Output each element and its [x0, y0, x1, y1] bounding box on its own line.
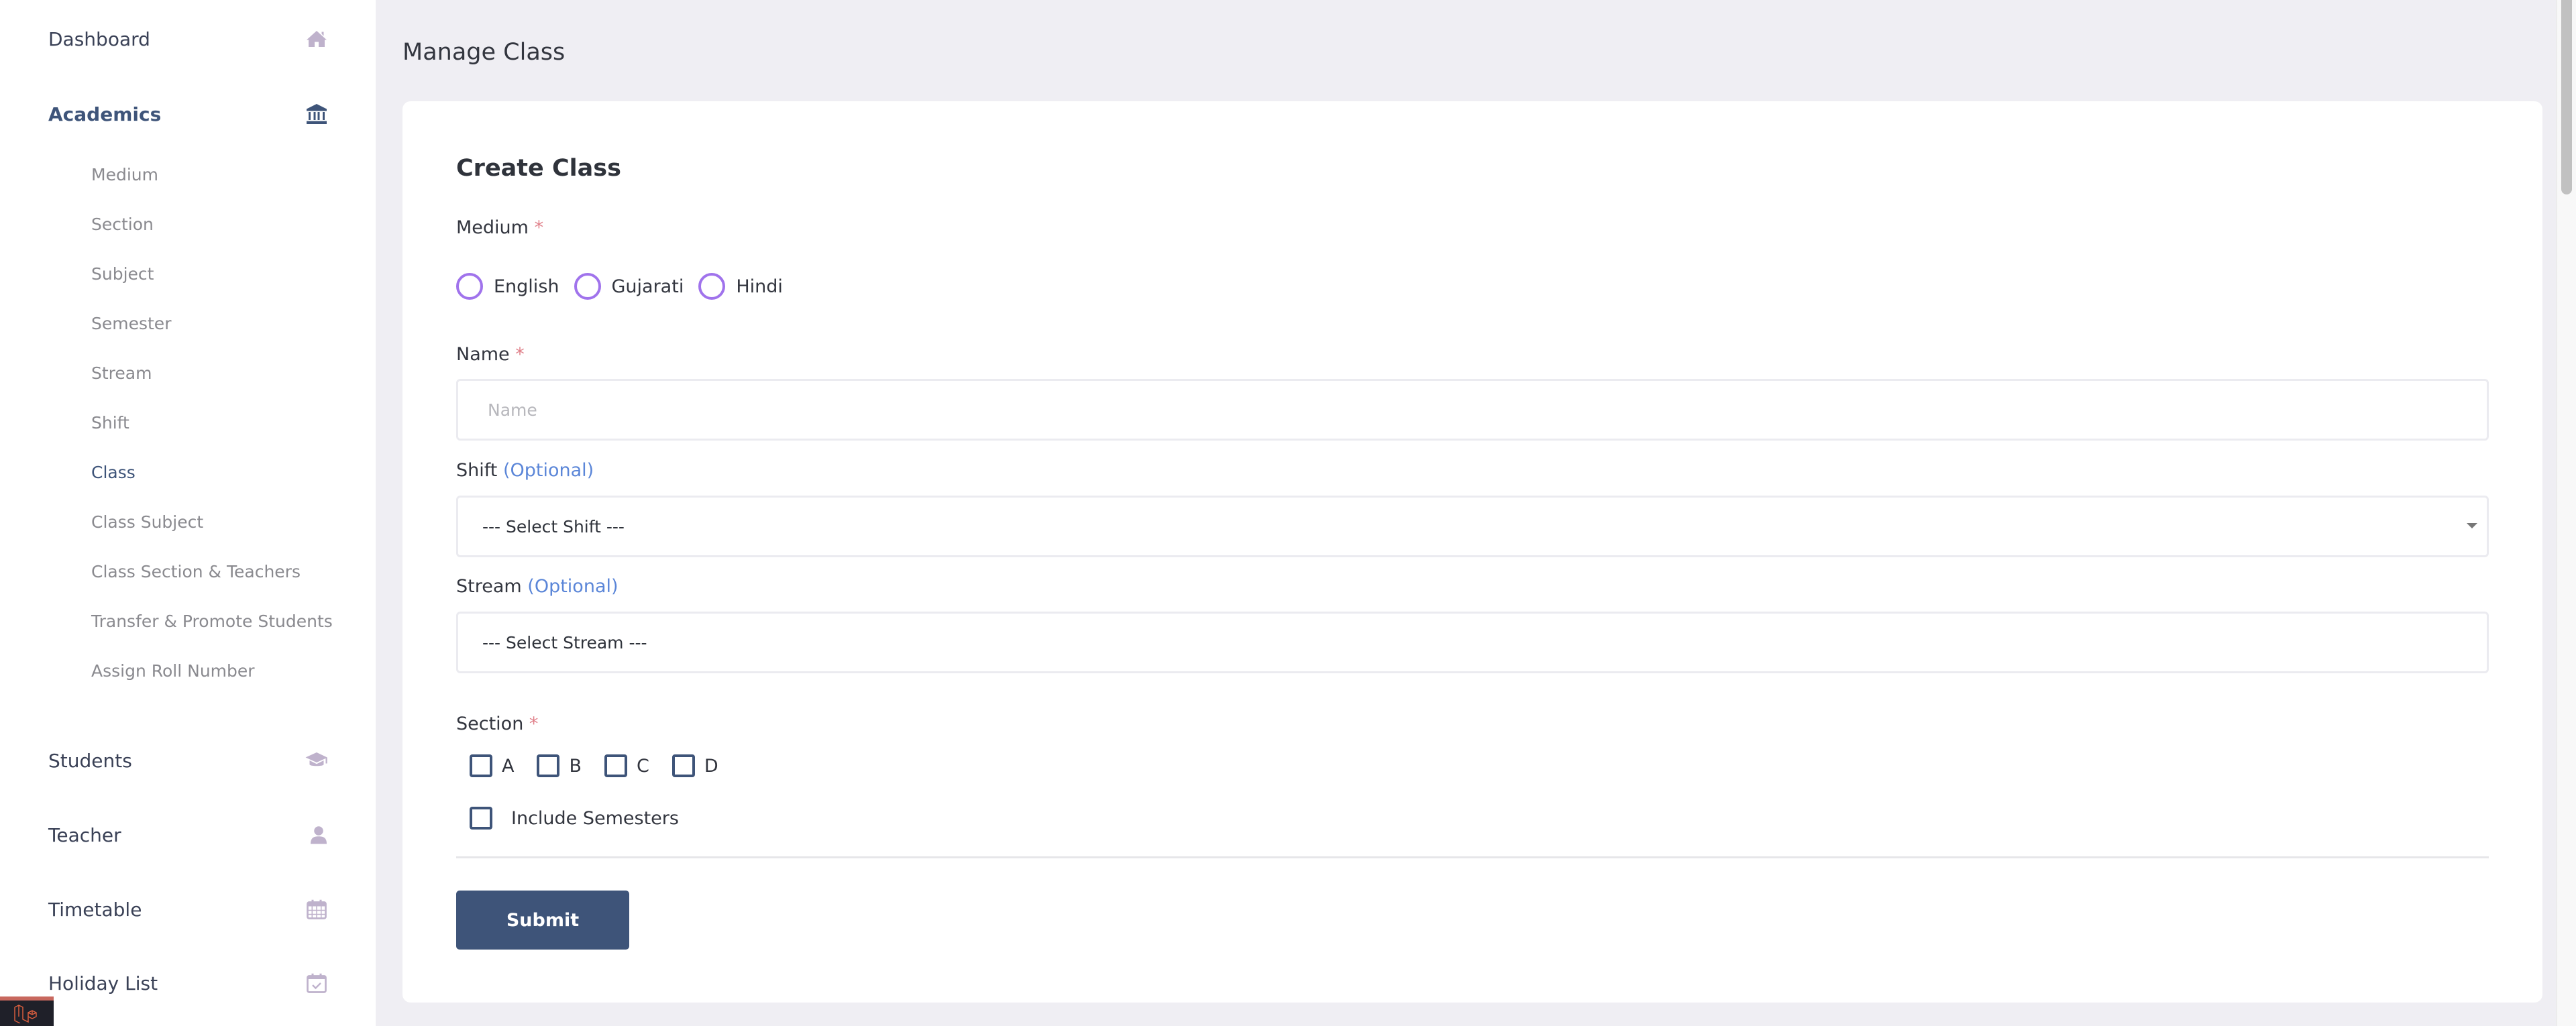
stream-label: Stream (Optional): [456, 576, 619, 597]
sidebar-item-timetable[interactable]: Timetable: [48, 889, 330, 929]
user-icon: [303, 821, 330, 848]
medium-radio-english[interactable]: English: [456, 273, 559, 300]
debugbar-toggle[interactable]: [0, 996, 54, 1026]
medium-radio-gujarati[interactable]: Gujarati: [574, 273, 684, 300]
sidebar-item-teacher[interactable]: Teacher: [48, 815, 330, 855]
radio-button[interactable]: [574, 273, 601, 300]
sidebar-subitem-section[interactable]: Section: [91, 215, 154, 234]
page-title: Manage Class: [402, 39, 566, 66]
section-checkbox-a[interactable]: A: [470, 754, 514, 777]
sidebar-subitem-medium[interactable]: Medium: [91, 165, 158, 184]
section-checkbox-d[interactable]: D: [672, 754, 718, 777]
sidebar-item-label: Holiday List: [48, 972, 158, 994]
sidebar-item-students[interactable]: Students: [48, 740, 330, 781]
section-checkbox-c[interactable]: C: [604, 754, 649, 777]
name-field[interactable]: [456, 379, 2489, 441]
sidebar-item-holiday-list[interactable]: Holiday List: [48, 963, 330, 1003]
calendar-icon: [303, 896, 330, 923]
submit-button[interactable]: Submit: [456, 891, 629, 950]
shift-label: Shift (Optional): [456, 460, 594, 481]
sidebar-item-label: Teacher: [48, 823, 121, 846]
sidebar-item-academics[interactable]: Academics: [48, 94, 330, 134]
home-icon: [303, 25, 330, 52]
sidebar-subitem-shift[interactable]: Shift: [91, 413, 129, 433]
include-semesters-checkbox[interactable]: Include Semesters: [470, 807, 679, 830]
sidebar-subitem-class-section-teachers[interactable]: Class Section & Teachers: [91, 562, 301, 581]
stream-select-value: --- Select Stream ---: [482, 632, 647, 652]
sidebar-subitem-class-subject[interactable]: Class Subject: [91, 512, 203, 532]
name-label: Name *: [456, 344, 525, 365]
stream-select[interactable]: --- Select Stream ---: [456, 612, 2489, 673]
graduation-cap-icon: [303, 747, 330, 774]
create-class-card: Create Class Medium * English Gujarati H…: [402, 101, 2542, 1003]
sidebar-subitem-class[interactable]: Class: [91, 463, 136, 482]
sidebar-subitem-transfer-promote[interactable]: Transfer & Promote Students: [91, 612, 333, 631]
section-label: Section *: [456, 714, 539, 734]
required-mark: *: [515, 344, 525, 365]
medium-radio-hindi[interactable]: Hindi: [698, 273, 783, 300]
name-input[interactable]: [488, 400, 2487, 420]
sidebar-item-label: Students: [48, 749, 132, 772]
form-title: Create Class: [456, 155, 621, 182]
section-checkbox-b[interactable]: B: [537, 754, 582, 777]
calendar-check-icon: [303, 970, 330, 996]
required-mark: *: [534, 217, 544, 238]
medium-radio-group: English Gujarati Hindi: [456, 273, 798, 300]
shift-select[interactable]: --- Select Shift ---: [456, 496, 2489, 557]
radio-button[interactable]: [456, 273, 483, 300]
sidebar-item-label: Timetable: [48, 898, 142, 921]
radio-button[interactable]: [698, 273, 726, 300]
chevron-down-icon: [2467, 523, 2477, 528]
medium-label: Medium *: [456, 217, 544, 238]
shift-select-value: --- Select Shift ---: [482, 516, 625, 536]
optional-hint: (Optional): [527, 576, 619, 597]
sidebar-subitem-subject[interactable]: Subject: [91, 264, 154, 284]
checkbox[interactable]: [470, 807, 492, 830]
page-scrollbar[interactable]: [2556, 0, 2576, 1026]
checkbox[interactable]: [537, 754, 560, 777]
checkbox[interactable]: [604, 754, 628, 777]
required-mark: *: [529, 714, 539, 734]
sidebar-item-label: Academics: [48, 103, 162, 125]
sidebar-subitem-semester[interactable]: Semester: [91, 314, 171, 333]
institution-icon: [303, 101, 330, 127]
scrollbar-thumb[interactable]: [2561, 0, 2572, 194]
sidebar-item-dashboard[interactable]: Dashboard: [48, 19, 330, 59]
laravel-logo-icon: [14, 1005, 37, 1023]
sidebar: Dashboard Academics Medium Section Subje…: [0, 0, 376, 1026]
checkbox[interactable]: [672, 754, 695, 777]
sidebar-subitem-stream[interactable]: Stream: [91, 363, 152, 383]
sidebar-subitem-assign-roll-number[interactable]: Assign Roll Number: [91, 661, 255, 681]
section-checkbox-group: A B C D: [470, 754, 741, 777]
checkbox[interactable]: [470, 754, 492, 777]
optional-hint: (Optional): [502, 460, 594, 481]
form-divider: [456, 856, 2489, 858]
sidebar-item-label: Dashboard: [48, 27, 150, 50]
